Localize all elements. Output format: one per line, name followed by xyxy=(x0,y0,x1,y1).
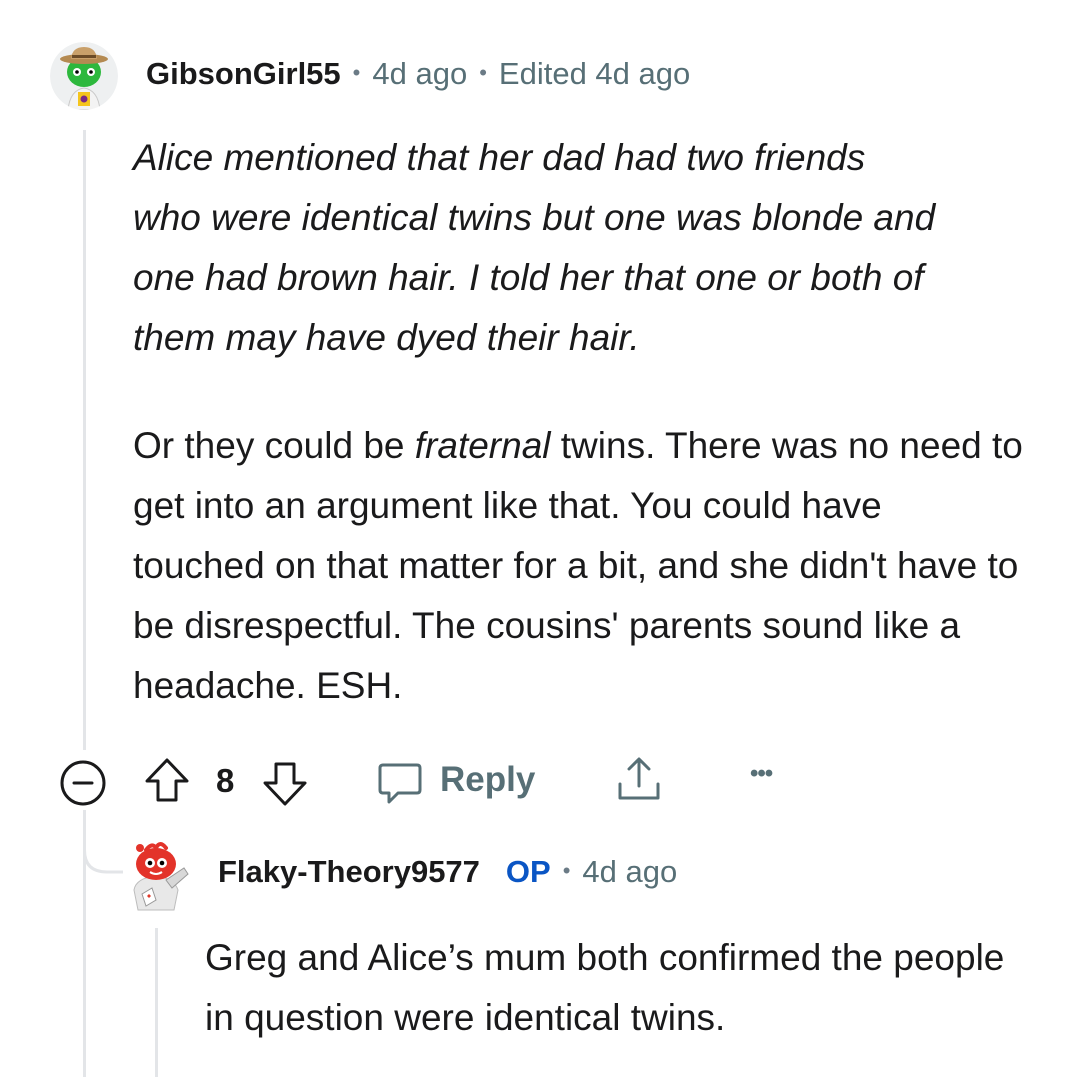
body-paragraph: Or they could be fraternal twins. There … xyxy=(133,416,1023,716)
comment-body: Alice mentioned that her dad had two fri… xyxy=(133,128,1033,716)
reply-avatar[interactable] xyxy=(122,838,192,912)
parent-thread-line xyxy=(83,130,86,750)
op-badge: OP xyxy=(505,854,551,889)
quote-paragraph: Alice mentioned that her dad had two fri… xyxy=(133,128,1033,368)
thread-branch-curve xyxy=(83,810,123,874)
share-upload-icon[interactable] xyxy=(614,754,664,806)
username[interactable]: GibsonGirl55 xyxy=(146,56,341,92)
reply-button[interactable]: Reply xyxy=(376,754,536,810)
avatar[interactable] xyxy=(50,42,118,110)
reply-body: Greg and Alice’s mum both confirmed the … xyxy=(205,928,1005,1048)
comment-action-bar: 8 Reply ••• xyxy=(58,750,818,810)
body-text: Or they could be xyxy=(133,425,415,466)
reply-header: Flaky-Theory9577 OP • 4d ago xyxy=(218,854,677,890)
reply-thread-line xyxy=(155,928,158,1077)
username[interactable]: Flaky-Theory9577 xyxy=(218,854,480,890)
downvote-arrow-icon[interactable] xyxy=(260,758,310,808)
body-text: twins. There was no need to get into an … xyxy=(133,425,1023,706)
comment-header: GibsonGirl55 • 4d ago • Edited 4d ago xyxy=(146,56,690,92)
separator-dot: • xyxy=(479,60,487,85)
speech-bubble-icon xyxy=(378,763,422,804)
reply-text: Greg and Alice’s mum both confirmed the … xyxy=(205,937,1005,1038)
reply-label: Reply xyxy=(440,760,536,799)
quote-line: one had brown hair. I told her that one … xyxy=(133,257,924,298)
quote-line: who were identical twins but one was blo… xyxy=(133,197,936,238)
separator-dot: • xyxy=(562,858,571,883)
quote-line: Alice mentioned that her dad had two fri… xyxy=(133,137,866,178)
timestamp: 4d ago xyxy=(372,56,468,91)
emphasis-text: fraternal xyxy=(414,425,551,466)
more-dots-icon[interactable]: ••• xyxy=(750,760,773,788)
collapse-minus-icon[interactable] xyxy=(58,758,108,808)
edited-label: Edited 4d ago xyxy=(498,56,691,91)
timestamp: 4d ago xyxy=(582,854,678,889)
quote-line: them may have dyed their hair. xyxy=(133,317,640,358)
upvote-arrow-icon[interactable] xyxy=(142,756,192,806)
vote-score: 8 xyxy=(216,762,235,799)
separator-dot: • xyxy=(352,60,361,85)
